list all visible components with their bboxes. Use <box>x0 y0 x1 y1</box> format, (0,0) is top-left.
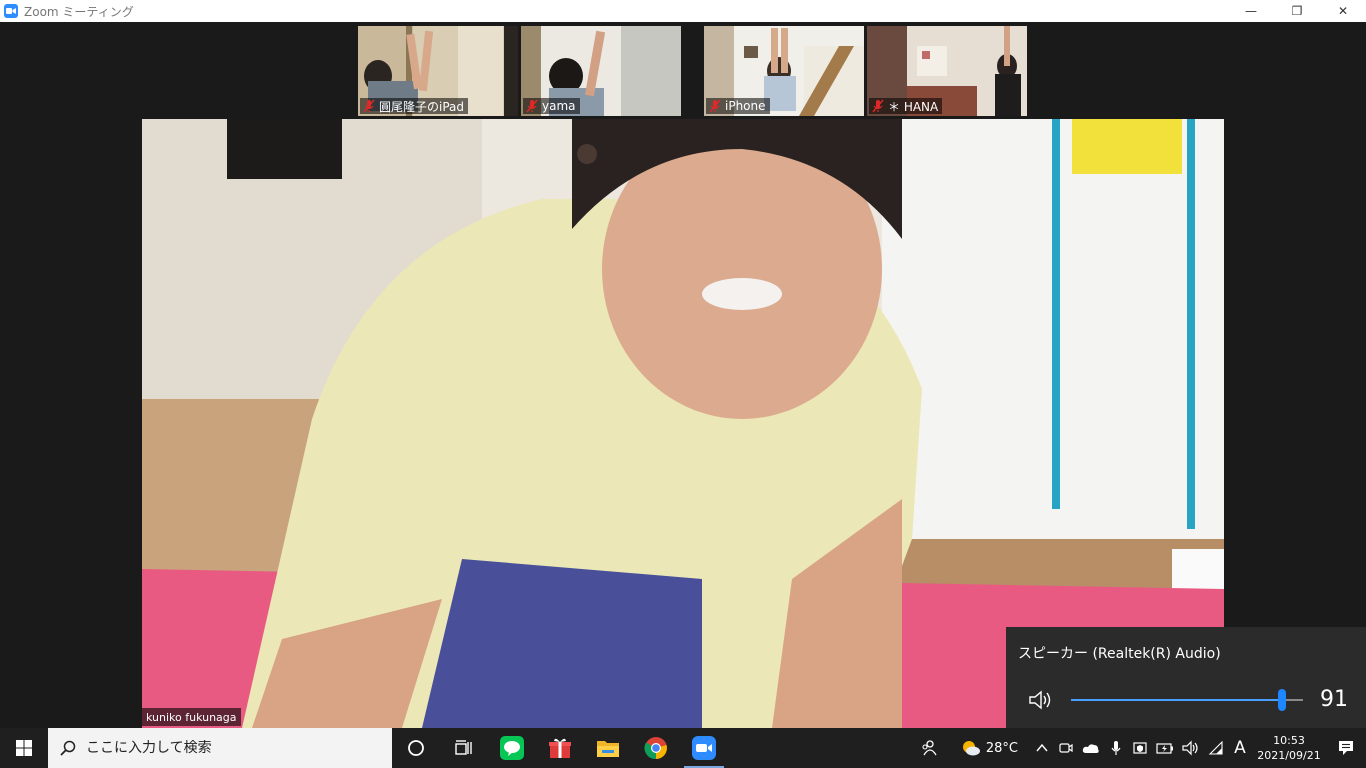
participant-name: 圓尾隆子のiPad <box>379 99 465 114</box>
meeting-stage: 圓尾隆子のiPad yama iPhone ＊ HANA kuniko fuku… <box>0 22 1366 728</box>
participant-name-tag: yama <box>523 98 580 114</box>
volume-icon <box>1182 740 1198 756</box>
onedrive-cloud-icon <box>1082 744 1099 753</box>
battery-charging-icon <box>1156 743 1173 754</box>
participant-tile[interactable]: yama <box>521 26 681 116</box>
chevron-up-icon <box>1036 743 1048 752</box>
file-explorer-button[interactable] <box>584 728 632 768</box>
active-speaker-name: kuniko fukunaga <box>142 708 241 726</box>
zoom-taskbar-button[interactable] <box>680 728 728 768</box>
file-explorer-icon <box>597 741 619 757</box>
people-icon <box>922 740 937 756</box>
participant-tile[interactable]: 圓尾隆子のiPad <box>358 26 518 116</box>
mic-muted-icon <box>526 99 538 113</box>
clock-date: 2021/09/21 <box>1257 749 1321 762</box>
title-bar: Zoom ミーティング — ❐ ✕ <box>0 0 1366 22</box>
participant-name-tag: 圓尾隆子のiPad <box>360 98 469 114</box>
task-view-button[interactable] <box>440 728 488 768</box>
chrome-icon <box>644 737 667 760</box>
minimize-button[interactable]: — <box>1228 0 1274 22</box>
volume-button[interactable] <box>1178 728 1204 768</box>
audio-device-name[interactable]: スピーカー (Realtek(R) Audio) <box>1018 643 1221 663</box>
volume-slider-fill <box>1071 699 1283 701</box>
microphone-icon <box>1111 741 1121 755</box>
ime-mode-indicator: A <box>1234 738 1246 758</box>
task-view-icon <box>455 740 472 755</box>
meet-now-icon <box>1059 743 1073 753</box>
mic-muted-icon <box>709 99 721 113</box>
start-button[interactable] <box>0 728 48 768</box>
weather-widget[interactable]: 28°C <box>956 728 1022 768</box>
participant-name-tag: iPhone <box>706 98 770 114</box>
taskbar-clock[interactable]: 10:53 2021/09/21 <box>1252 728 1326 768</box>
close-button[interactable]: ✕ <box>1320 0 1366 22</box>
taskbar: 28°C A 10:53 2021/09/21 <box>0 728 1366 768</box>
window-title: Zoom ミーティング <box>24 4 134 19</box>
volume-slider[interactable] <box>1071 689 1303 711</box>
participant-strip: 圓尾隆子のiPad yama iPhone ＊ HANA <box>358 26 1030 116</box>
line-icon <box>500 736 524 760</box>
participant-name: ＊ HANA <box>888 99 939 114</box>
volume-slider-thumb[interactable] <box>1278 689 1287 711</box>
gift-app-button[interactable] <box>536 728 584 768</box>
gift-icon <box>549 738 571 758</box>
zoom-icon <box>692 736 716 760</box>
participant-name-tag: ＊ HANA <box>869 98 943 114</box>
microphone-button[interactable] <box>1104 728 1128 768</box>
search-input[interactable] <box>86 740 366 756</box>
participant-name: yama <box>542 99 576 113</box>
ime-mode-button[interactable]: A <box>1228 728 1252 768</box>
battery-button[interactable] <box>1152 728 1178 768</box>
volume-flyout: スピーカー (Realtek(R) Audio) 91 <box>1006 627 1366 728</box>
window-controls: — ❐ ✕ <box>1228 0 1366 22</box>
windows-logo-icon <box>16 740 32 756</box>
taskbar-search[interactable] <box>48 728 392 768</box>
line-app-button[interactable] <box>488 728 536 768</box>
action-center-button[interactable] <box>1326 728 1366 768</box>
wifi-icon <box>1208 741 1223 755</box>
partly-sunny-icon <box>962 741 980 756</box>
volume-value: 91 <box>1320 687 1348 712</box>
cortana-icon <box>408 740 424 756</box>
mic-muted-icon <box>363 99 375 113</box>
strip-spacer <box>684 26 704 116</box>
clock-time: 10:53 <box>1273 734 1305 747</box>
participant-tile[interactable]: ＊ HANA <box>867 26 1027 116</box>
onedrive-button[interactable] <box>1078 728 1104 768</box>
security-button[interactable] <box>1128 728 1152 768</box>
speaker-icon[interactable] <box>1028 689 1054 711</box>
system-tray: 28°C A 10:53 2021/09/21 <box>916 728 1366 768</box>
meet-now-button[interactable] <box>1054 728 1078 768</box>
people-button[interactable] <box>916 728 942 768</box>
chrome-button[interactable] <box>632 728 680 768</box>
cortana-button[interactable] <box>392 728 440 768</box>
mic-muted-icon <box>872 99 884 113</box>
participant-name: iPhone <box>725 99 766 113</box>
weather-temperature: 28°C <box>985 740 1018 756</box>
show-hidden-icons-button[interactable] <box>1030 728 1054 768</box>
zoom-app-icon <box>4 4 18 18</box>
network-button[interactable] <box>1204 728 1228 768</box>
participant-tile[interactable]: iPhone <box>704 26 864 116</box>
restore-button[interactable]: ❐ <box>1274 0 1320 22</box>
search-icon <box>60 740 76 756</box>
windows-security-icon <box>1133 742 1147 754</box>
notification-icon <box>1339 741 1353 755</box>
